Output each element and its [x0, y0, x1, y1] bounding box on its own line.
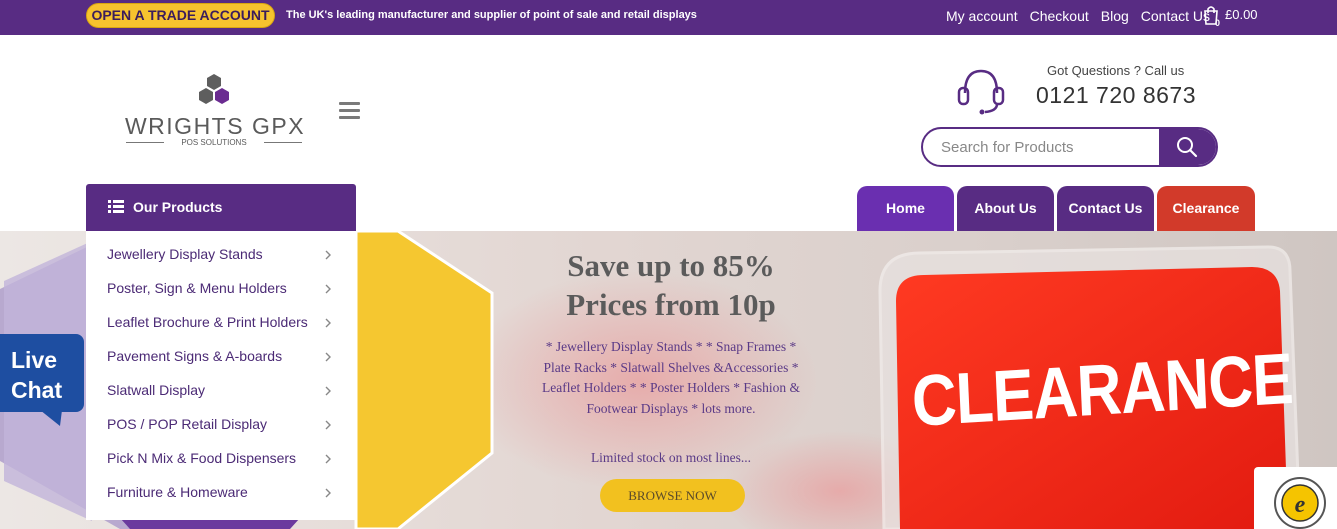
hero-description: * Jewellery Display Stands * * Snap Fram…	[542, 339, 800, 416]
browse-now-button[interactable]: BROWSE NOW	[600, 479, 745, 512]
trusted-shops-seal-icon: e	[1274, 477, 1326, 529]
logo-text: WRIGHTS GPX	[124, 113, 306, 139]
live-chat-button[interactable]: Live Chat	[0, 334, 84, 426]
top-links: My account Checkout Blog Contact Us	[946, 7, 1222, 25]
list-icon	[108, 200, 124, 213]
chevron-right-icon	[325, 386, 331, 396]
our-products-toggle[interactable]: Our Products	[86, 184, 356, 231]
open-trade-account-button[interactable]: OPEN A TRADE ACCOUNT	[86, 3, 275, 28]
category-item[interactable]: Poster, Sign & Menu Holders	[86, 271, 356, 305]
cart-count: 0	[1215, 18, 1221, 28]
chevron-right-icon	[325, 284, 331, 294]
checkout-link[interactable]: Checkout	[1030, 7, 1089, 25]
tab-clearance[interactable]: Clearance	[1157, 186, 1255, 231]
logo-divider-right	[264, 142, 302, 143]
category-label: Furniture & Homeware	[107, 484, 248, 500]
logo-hexagons-icon	[199, 74, 229, 104]
my-account-link[interactable]: My account	[946, 7, 1018, 25]
chevron-right-icon	[325, 318, 331, 328]
chevron-right-icon	[325, 420, 331, 430]
tab-contact-us[interactable]: Contact Us	[1057, 186, 1154, 231]
chevron-right-icon	[325, 488, 331, 498]
category-label: Pick N Mix & Food Dispensers	[107, 450, 297, 466]
phone-prompt: Got Questions ? Call us	[1047, 63, 1185, 78]
live-chat-text: Live Chat	[11, 345, 62, 405]
tagline: The UK's leading manufacturer and suppli…	[286, 9, 697, 21]
mini-cart[interactable]: 0 £0.00	[1203, 4, 1283, 28]
chevron-right-icon	[325, 250, 331, 260]
category-item[interactable]: Jewellery Display Stands	[86, 237, 356, 271]
category-label: POS / POP Retail Display	[107, 416, 268, 432]
hero-stock-note: Limited stock on most lines...	[590, 450, 752, 465]
category-item[interactable]: POS / POP Retail Display	[86, 407, 356, 441]
category-label: Poster, Sign & Menu Holders	[107, 280, 287, 296]
cart-total: £0.00	[1225, 7, 1258, 22]
top-bar: OPEN A TRADE ACCOUNT The UK's leading ma…	[0, 0, 1337, 35]
chevron-right-icon	[325, 454, 331, 464]
tab-home[interactable]: Home	[857, 186, 954, 231]
live-chat-line1: Live	[11, 347, 58, 373]
search-button[interactable]	[1159, 129, 1216, 165]
search-bar	[921, 127, 1218, 167]
product-category-menu: Jewellery Display Stands Poster, Sign & …	[86, 231, 356, 520]
blog-link[interactable]: Blog	[1101, 7, 1129, 25]
category-item[interactable]: Slatwall Display	[86, 373, 356, 407]
tab-about-us[interactable]: About Us	[957, 186, 1054, 231]
hero-title-line2: Prices from 10p	[566, 287, 776, 322]
search-input[interactable]	[941, 129, 1151, 165]
chevron-right-icon	[325, 352, 331, 362]
category-item[interactable]: Furniture & Homeware	[86, 475, 356, 509]
category-label: Slatwall Display	[107, 382, 206, 398]
our-products-label: Our Products	[133, 199, 223, 215]
logo[interactable]: WRIGHTS GPX POS SOLUTIONS	[120, 72, 308, 152]
search-icon	[1177, 137, 1198, 158]
hero-title-line1: Save up to 85%	[567, 248, 775, 283]
trusted-shops-badge[interactable]: e	[1254, 467, 1337, 529]
page: OPEN A TRADE ACCOUNT The UK's leading ma…	[0, 0, 1337, 529]
hamburger-menu-icon[interactable]	[339, 102, 360, 120]
category-label: Jewellery Display Stands	[107, 246, 263, 262]
category-item[interactable]: Leaflet Brochure & Print Holders	[86, 305, 356, 339]
category-label: Pavement Signs & A-boards	[107, 348, 283, 364]
category-label: Leaflet Brochure & Print Holders	[107, 314, 308, 330]
live-chat-line2: Chat	[11, 377, 63, 403]
category-item[interactable]: Pick N Mix & Food Dispensers	[86, 441, 356, 475]
contact-us-link[interactable]: Contact Us	[1141, 7, 1210, 25]
phone-number[interactable]: 0121 720 8673	[1036, 82, 1196, 109]
headset-icon	[957, 69, 1005, 115]
svg-text:e: e	[1295, 492, 1306, 518]
category-item[interactable]: Pavement Signs & A-boards	[86, 339, 356, 373]
